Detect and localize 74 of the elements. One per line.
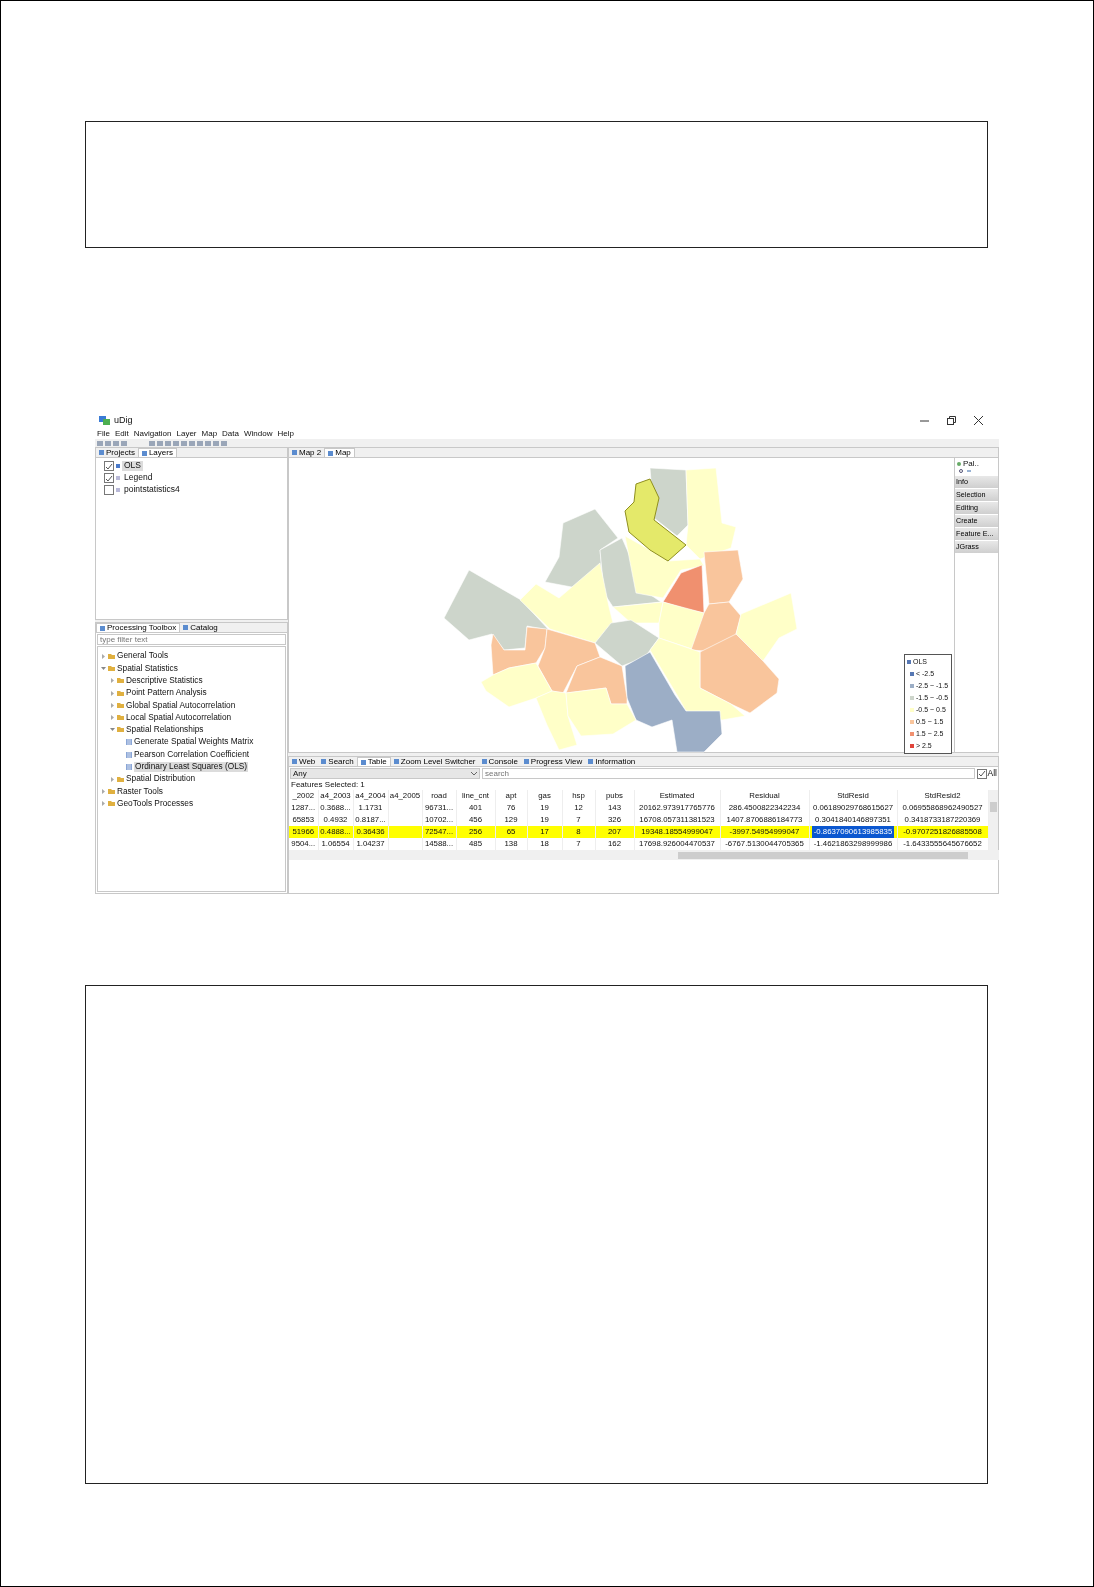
menu-item[interactable]: File (97, 429, 110, 439)
tree-item[interactable]: Ordinary Least Squares (OLS) (134, 762, 249, 772)
expand-arrow-icon[interactable] (110, 715, 115, 721)
expand-arrow-icon[interactable] (110, 678, 115, 684)
expand-arrow-icon[interactable] (110, 702, 115, 708)
menu-item[interactable]: Edit (114, 429, 129, 439)
collapse-arrow-icon[interactable] (110, 727, 115, 733)
menu-item[interactable]: Map (201, 429, 218, 439)
layer-icon (116, 488, 120, 492)
search-field[interactable]: search (482, 768, 975, 779)
view-tab[interactable]: Layers (137, 448, 177, 457)
view-tab[interactable]: Table (356, 757, 391, 766)
close-icon[interactable] (974, 415, 983, 425)
window-title: uDig (114, 414, 133, 426)
scrollbar-thumb[interactable] (678, 851, 968, 859)
view-tab[interactable]: Web (289, 757, 319, 766)
view-tab[interactable]: Processing Toolbox (96, 623, 181, 632)
layer-icon (116, 464, 120, 468)
layer-name[interactable]: OLS (122, 461, 143, 471)
view-tab[interactable]: Projects (96, 448, 138, 457)
layer-checkbox[interactable] (104, 485, 114, 495)
tree-item[interactable]: Pearson Correlation Coefficient (134, 749, 250, 760)
view-tab[interactable]: Progress View (520, 757, 586, 766)
collapse-arrow-icon[interactable] (101, 665, 106, 671)
tree-item[interactable]: Point Pattern Analysis (126, 688, 207, 698)
tool-icon (967, 469, 971, 473)
view-tab[interactable]: Zoom Level Switcher (390, 757, 479, 766)
caret-icon (471, 771, 477, 776)
tree-item[interactable]: GeoTools Processes (117, 798, 194, 809)
layer-checkbox[interactable] (104, 473, 114, 483)
app-icon (99, 415, 110, 425)
menu-item[interactable]: Data (222, 429, 239, 439)
filter-dropdown[interactable]: Any (290, 768, 480, 779)
tree-item[interactable]: Local Spatial Autocorrelation (126, 712, 232, 723)
tool-icon (126, 739, 132, 746)
expand-arrow-icon[interactable] (101, 653, 106, 659)
selection-count: Features Selected: 1 (290, 780, 366, 790)
tree-item[interactable]: Descriptive Statistics (126, 675, 203, 686)
view-tab[interactable]: Map 2 (289, 448, 325, 457)
layer-checkbox[interactable] (104, 461, 114, 471)
view-tab[interactable]: Catalog (180, 623, 221, 632)
menu-item[interactable]: Help (277, 429, 294, 439)
tree-item[interactable]: Raster Tools (117, 786, 163, 797)
layer-icon (116, 476, 120, 480)
tree-item[interactable]: Generate Spatial Weights Matrix (134, 737, 254, 747)
menu-item[interactable]: Layer (176, 429, 197, 439)
palette-icon (957, 461, 961, 466)
view-tab[interactable]: Information (585, 757, 639, 766)
view-tab[interactable]: Console (478, 757, 521, 766)
restore-icon[interactable] (947, 415, 956, 425)
checkbox-label: All (987, 768, 997, 779)
tool-icon (126, 751, 132, 758)
menu-item[interactable]: Navigation (133, 429, 172, 439)
filter-field[interactable]: type filter text (97, 634, 286, 645)
all-checkbox[interactable] (976, 768, 987, 779)
tree-item[interactable]: Spatial Relationships (126, 725, 204, 735)
expand-arrow-icon[interactable] (110, 690, 115, 696)
scrollbar-thumb[interactable] (989, 802, 997, 812)
expand-arrow-icon[interactable] (110, 776, 115, 782)
legend-swatch (907, 660, 911, 664)
menu-item[interactable]: Window (244, 429, 273, 439)
layer-name[interactable]: Legend (122, 473, 155, 483)
tree-item[interactable]: Spatial Distribution (126, 774, 196, 784)
palette-title: Pal.. (963, 458, 979, 469)
tree-item[interactable]: General Tools (117, 651, 169, 661)
expand-arrow-icon[interactable] (101, 788, 106, 794)
view-tab[interactable]: Map (324, 448, 355, 457)
view-tab[interactable]: Search (318, 757, 357, 766)
tool-icon (126, 763, 132, 770)
layer-name[interactable]: pointstatistics4 (122, 485, 182, 495)
search-icon (959, 469, 963, 473)
tree-item[interactable]: Global Spatial Autocorrelation (126, 700, 236, 711)
expand-arrow-icon[interactable] (101, 801, 106, 807)
tree-item[interactable]: Spatial Statistics (117, 663, 178, 674)
